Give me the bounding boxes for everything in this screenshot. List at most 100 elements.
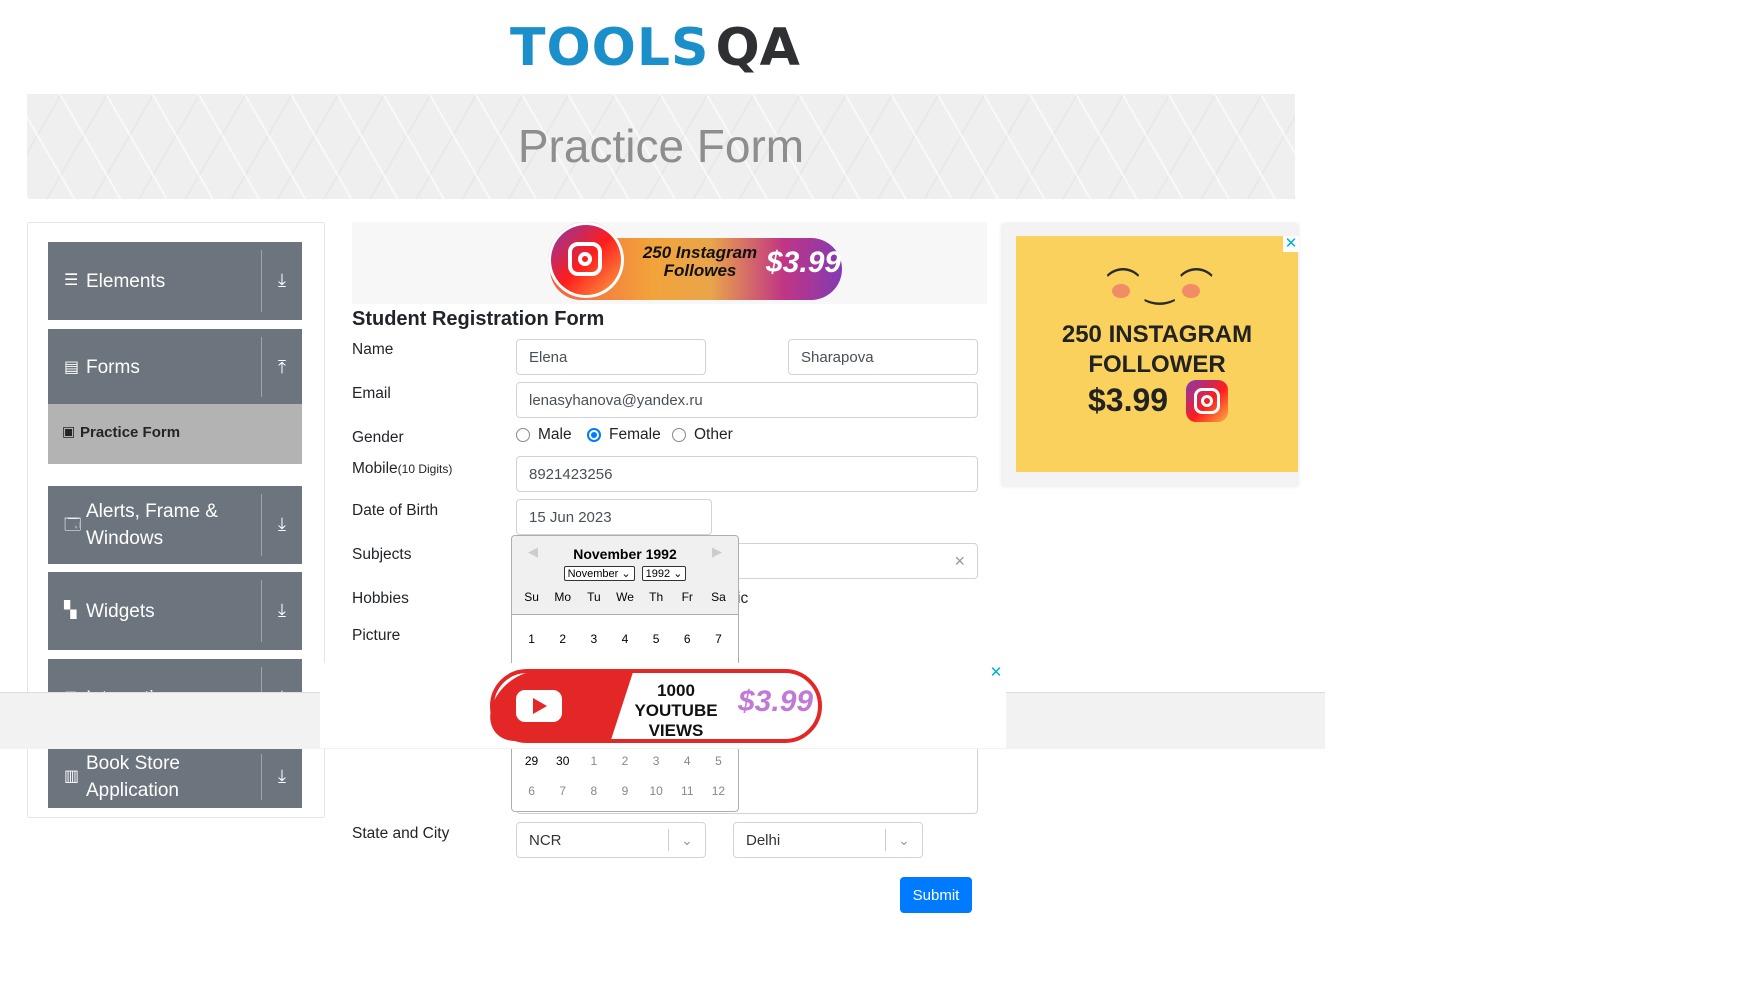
smiley-face-icon: ⌒‿⌒ <box>1106 267 1220 305</box>
download-arrow-icon: ⤓ <box>278 766 286 786</box>
page-header-banner: Practice Form <box>27 94 1295 199</box>
calendar-day[interactable]: 6 <box>673 632 701 646</box>
chevron-down-icon: ⌄ <box>885 829 922 851</box>
ad-close-icon[interactable]: ✕ <box>1283 236 1299 252</box>
month-select[interactable]: November ⌄ <box>563 566 635 581</box>
instagram-icon <box>548 222 624 298</box>
first-name-input[interactable]: Elena <box>516 339 706 375</box>
instagram-icon <box>1186 380 1228 422</box>
name-label: Name <box>352 341 394 358</box>
gender-label: Gender <box>352 429 404 446</box>
calendar-day[interactable]: 8 <box>580 784 608 798</box>
sidebar-group-alerts[interactable]: 🗔 Alerts, Frame & Windows ⤓ <box>48 486 302 564</box>
upload-arrow-icon: ⤒ <box>278 357 286 377</box>
calendar-day[interactable]: 30 <box>549 754 577 768</box>
widgets-icon: ▚ <box>64 602 77 619</box>
submit-button[interactable]: Submit <box>900 877 972 913</box>
dob-label: Date of Birth <box>352 502 439 519</box>
calendar-day[interactable]: 2 <box>549 632 577 646</box>
hobbies-label: Hobbies <box>352 590 409 607</box>
calendar-day[interactable]: 29 <box>518 754 546 768</box>
hamburger-icon: ☰ <box>64 272 79 289</box>
calendar-day[interactable]: 10 <box>642 784 670 798</box>
calendar-day[interactable]: 2 <box>611 754 639 768</box>
calendar-week: 29 30 1 2 3 4 5 <box>516 754 734 768</box>
sidebar-group-book-store[interactable]: ▥ Book Store Application ⤓ <box>48 746 302 808</box>
download-arrow-icon: ⤓ <box>278 270 286 290</box>
year-select[interactable]: 1992 ⌄ <box>641 566 687 581</box>
sidebar-group-widgets[interactable]: ▚ Widgets ⤓ <box>48 572 302 650</box>
datepicker-title: November 1992 <box>573 546 677 562</box>
calendar-day[interactable]: 12 <box>704 784 732 798</box>
youtube-icon <box>516 690 562 722</box>
page-title: Practice Form <box>517 120 805 172</box>
mobile-label: Mobile(10 Digits) <box>352 460 453 477</box>
email-input[interactable]: lenasyhanova@yandex.ru <box>516 382 978 418</box>
picture-label: Picture <box>352 627 401 644</box>
city-select[interactable]: Delhi ⌄ <box>733 822 923 858</box>
weekday-header: Su Mo Tu We Th Fr Sa <box>524 590 726 604</box>
ad-price: $3.99 <box>766 246 842 279</box>
next-month-icon[interactable]: ▶ <box>712 544 722 560</box>
toolsqa-logo[interactable]: TOOLS QA <box>510 10 800 85</box>
calendar-day[interactable]: 6 <box>518 784 546 798</box>
sidebar-group-label: Forms <box>86 356 140 378</box>
radio-circle-selected[interactable] <box>587 428 601 442</box>
radio-circle[interactable] <box>672 428 686 442</box>
download-arrow-icon: ⤓ <box>278 514 286 534</box>
calendar-day[interactable]: 1 <box>580 754 608 768</box>
sidebar-group-elements[interactable]: ☰ Elements ⤓ <box>48 242 302 320</box>
calendar-day[interactable]: 9 <box>611 784 639 798</box>
calendar-day[interactable]: 4 <box>673 754 701 768</box>
ad-close-icon[interactable]: ✕ <box>988 665 1004 681</box>
calendar-day[interactable]: 4 <box>611 632 639 646</box>
logo-tools-text: TOOLS <box>510 17 710 78</box>
instagram-ad-right[interactable]: ⌒‿⌒ 250 INSTAGRAM FOLLOWER $3.99 ✕ <box>1002 224 1299 486</box>
ad-price: $3.99 <box>738 685 814 718</box>
ad-text: 1000 YOUTUBE VIEWS <box>634 681 718 740</box>
mobile-input[interactable]: 8921423256 <box>516 456 978 492</box>
chevron-down-icon: ⌄ <box>668 829 705 851</box>
calendar-week: 1 2 3 4 5 6 7 <box>516 632 734 646</box>
state-select[interactable]: NCR ⌄ <box>516 822 706 858</box>
sidebar-group-label: Elements <box>86 270 166 292</box>
instagram-ad-top[interactable]: 250 Instagram Followes $3.99 <box>352 222 987 304</box>
calendar-day[interactable]: 3 <box>642 754 670 768</box>
youtube-ad-bottom[interactable]: 1000 YOUTUBE VIEWS $3.99 ✕ <box>320 663 1006 748</box>
logo-qa-text: QA <box>715 17 800 78</box>
calendar-day[interactable]: 5 <box>642 632 670 646</box>
email-label: Email <box>352 385 391 402</box>
clear-icon[interactable]: × <box>954 551 965 572</box>
sidebar-item-practice-form[interactable]: ▣ Practice Form <box>48 404 302 464</box>
calendar-day[interactable]: 7 <box>549 784 577 798</box>
subjects-label: Subjects <box>352 546 412 563</box>
form-icon: ▣ <box>62 423 76 439</box>
calendar-week: 6 7 8 9 10 11 12 <box>516 784 734 798</box>
last-name-input[interactable]: Sharapova <box>788 339 978 375</box>
gender-radio-female[interactable]: Female <box>587 426 661 444</box>
sidebar-group-label: Widgets <box>86 600 155 622</box>
radio-circle[interactable] <box>516 428 530 442</box>
form-icon: ▤ <box>64 359 80 376</box>
calendar-day[interactable]: 3 <box>580 632 608 646</box>
sidebar-group-forms[interactable]: ▤ Forms ⤒ <box>48 329 302 405</box>
gender-radio-male[interactable]: Male <box>516 426 572 444</box>
ad-heading: 250 INSTAGRAM FOLLOWER <box>1061 321 1253 378</box>
state-city-label: State and City <box>352 825 450 842</box>
sidebar-group-label: Alerts, Frame & Windows <box>86 501 218 549</box>
dob-input[interactable]: 15 Jun 2023 <box>516 499 712 535</box>
ad-text: 250 Instagram Followes <box>642 243 758 280</box>
calendar-day[interactable]: 7 <box>704 632 732 646</box>
calendar-day[interactable]: 11 <box>673 784 701 798</box>
bookstore-icon: ▥ <box>64 768 80 785</box>
sidebar-group-label: Book Store Application <box>86 753 180 801</box>
sidebar-item-label: Practice Form <box>80 424 181 441</box>
form-title: Student Registration Form <box>352 308 605 330</box>
calendar-day[interactable]: 5 <box>704 754 732 768</box>
mobile-hint: (10 Digits) <box>397 462 453 476</box>
window-icon: 🗔 <box>64 517 82 534</box>
download-arrow-icon: ⤓ <box>278 600 286 620</box>
ad-price: $3.99 <box>1088 382 1169 418</box>
gender-radio-other[interactable]: Other <box>672 426 733 444</box>
calendar-day[interactable]: 1 <box>518 632 546 646</box>
